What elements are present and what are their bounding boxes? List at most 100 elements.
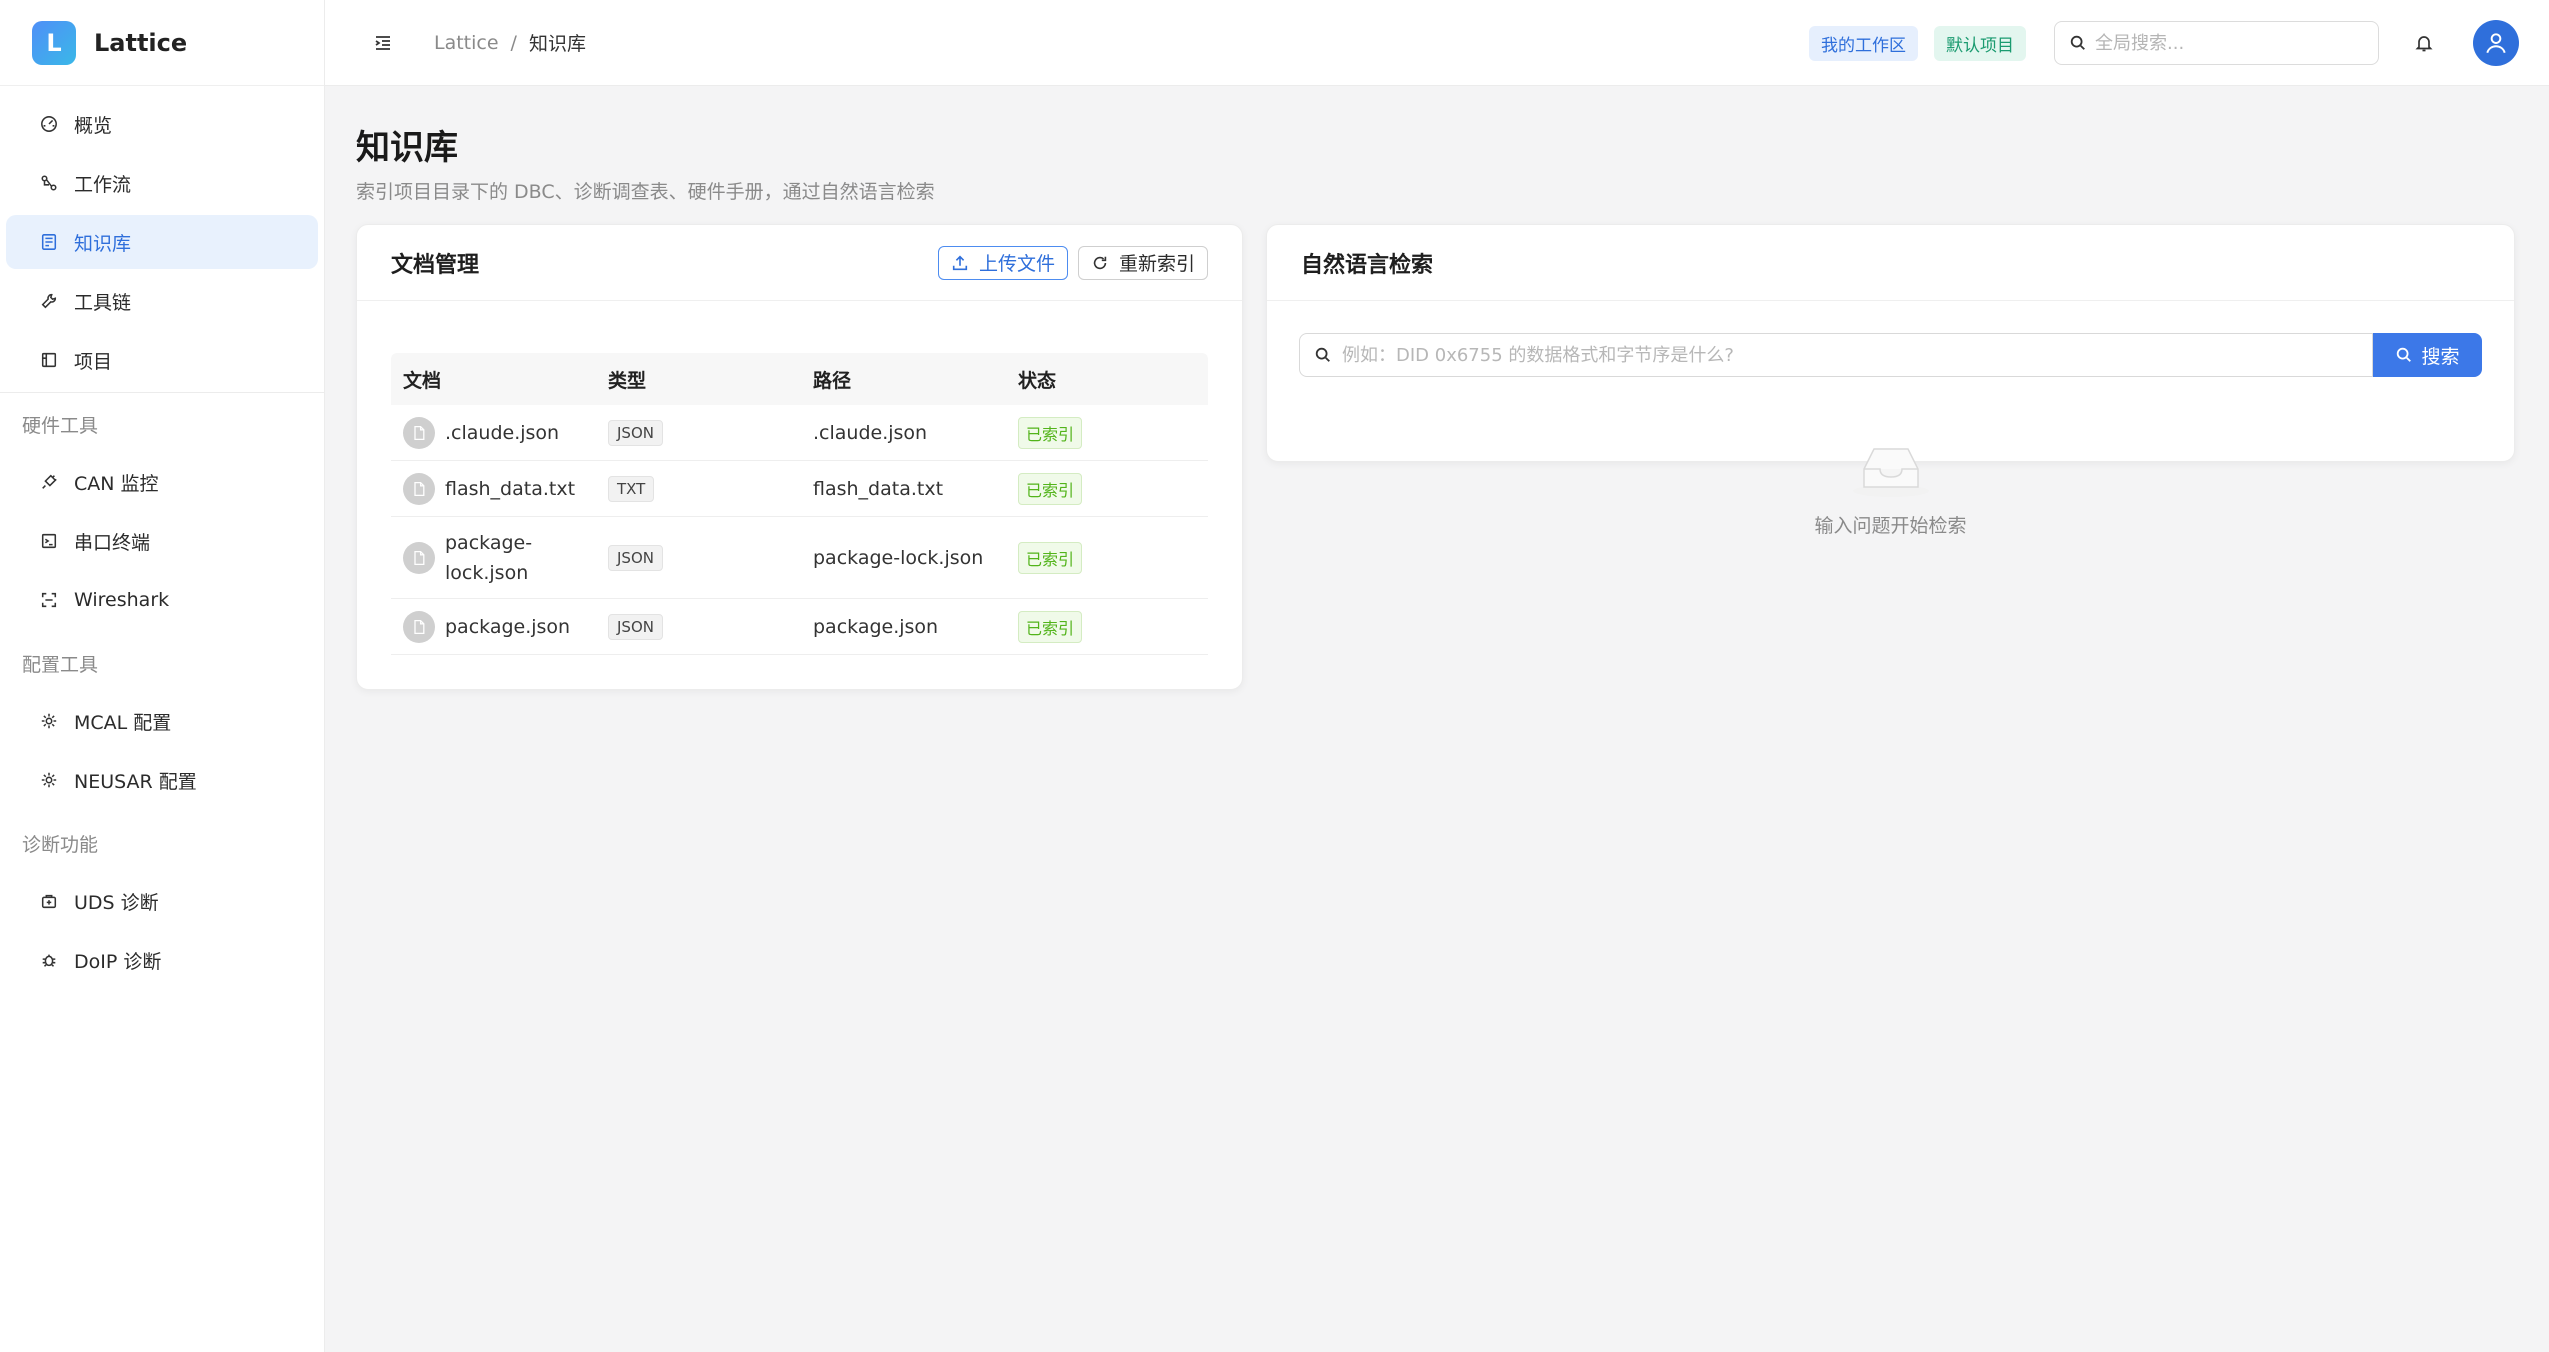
file-icon xyxy=(403,416,435,449)
sidebar-item-label: 串口终端 xyxy=(74,531,151,554)
sidebar-item-project[interactable]: 项目 xyxy=(6,333,318,387)
global-search[interactable] xyxy=(2054,21,2379,65)
status-badge: 已索引 xyxy=(1018,416,1083,449)
brand: L Lattice xyxy=(0,0,324,86)
user-icon xyxy=(2486,33,2506,54)
table-row[interactable]: .claude.json JSON .claude.json 已索引 xyxy=(391,405,1208,461)
doc-cell: flash_data.txt xyxy=(391,472,596,505)
breadcrumb: Lattice / 知识库 xyxy=(434,29,586,56)
table-row[interactable]: flash_data.txt TXT flash_data.txt 已索引 xyxy=(391,461,1208,517)
sidebar-item-serial-terminal[interactable]: 串口终端 xyxy=(6,514,318,568)
table-row[interactable]: package.json JSON package.json 已索引 xyxy=(391,599,1208,655)
card-title: 文档管理 xyxy=(391,252,480,278)
type-cell: JSON xyxy=(596,613,801,640)
wrench-icon xyxy=(38,290,60,312)
dashboard-icon xyxy=(38,113,60,135)
refresh-icon xyxy=(1093,256,1107,269)
sidebar-item-label: 知识库 xyxy=(74,232,132,255)
status-cell: 已索引 xyxy=(1006,472,1201,505)
sidebar-item-label: DoIP 诊断 xyxy=(74,950,162,973)
project-tag[interactable]: 默认项目 xyxy=(1934,25,2026,61)
table-row[interactable]: package-lock.json JSON package-lock.json… xyxy=(391,517,1208,599)
doc-cell: .claude.json xyxy=(391,416,596,449)
sidebar-item-neusar-config[interactable]: NEUSAR 配置 xyxy=(6,753,318,807)
doc-cell: package-lock.json xyxy=(391,528,596,588)
workflow-icon xyxy=(38,172,60,194)
sidebar-item-label: CAN 监控 xyxy=(74,472,159,495)
doc-name: package-lock.json xyxy=(445,531,533,584)
document-management-card: 文档管理 上传文件 重新索引 文档 类型 路径 状态 .claude.json … xyxy=(356,224,1243,690)
status-cell: 已索引 xyxy=(1006,610,1201,643)
breadcrumb-separator: / xyxy=(510,31,517,54)
doc-name: flash_data.txt xyxy=(445,477,576,500)
breadcrumb-root[interactable]: Lattice xyxy=(434,32,499,54)
sidebar-item-label: 概览 xyxy=(74,114,113,137)
empty-state: 输入问题开始检索 xyxy=(1267,439,2514,538)
gear-icon xyxy=(38,710,60,732)
sidebar: L Lattice 概览 工作流 知识库 工具链 项目 硬件工具 CAN 监控 xyxy=(0,0,325,1352)
sidebar-item-mcal-config[interactable]: MCAL 配置 xyxy=(6,694,318,748)
column-header-status: 状态 xyxy=(1018,369,1057,392)
sidebar-item-uds-diag[interactable]: UDS 诊断 xyxy=(6,874,318,928)
section-config-tools: 配置工具 xyxy=(22,654,99,676)
type-cell: TXT xyxy=(596,475,801,502)
sidebar-item-wireshark[interactable]: Wireshark xyxy=(6,573,318,627)
sidebar-item-label: Wireshark xyxy=(74,589,170,611)
sidebar-item-doip-diag[interactable]: DoIP 诊断 xyxy=(6,933,318,987)
search-icon xyxy=(2070,35,2085,50)
nl-search-field[interactable] xyxy=(1299,333,2373,377)
sidebar-item-knowledge[interactable]: 知识库 xyxy=(6,215,318,269)
status-cell: 已索引 xyxy=(1006,416,1201,449)
type-tag: JSON xyxy=(608,544,663,571)
search-icon xyxy=(1315,347,1330,362)
main-content: 知识库 索引项目目录下的 DBC、诊断调查表、硬件手册，通过自然语言检索 文档管… xyxy=(356,86,2515,690)
type-tag: TXT xyxy=(608,475,655,502)
search-button-label: 搜索 xyxy=(2421,345,2460,368)
nl-search-input[interactable] xyxy=(1342,344,2348,366)
sidebar-item-can-monitor[interactable]: CAN 监控 xyxy=(6,455,318,509)
plug-icon xyxy=(38,471,60,493)
upload-icon xyxy=(952,255,968,270)
workspace-tag[interactable]: 我的工作区 xyxy=(1809,25,1918,61)
global-search-input[interactable] xyxy=(2095,32,2355,54)
bell-icon[interactable] xyxy=(2409,28,2439,58)
sidebar-item-overview[interactable]: 概览 xyxy=(6,97,318,151)
sidebar-item-toolchain[interactable]: 工具链 xyxy=(6,274,318,328)
documents-table: 文档 类型 路径 状态 .claude.json JSON .claude.js… xyxy=(391,353,1208,655)
type-cell: JSON xyxy=(596,544,801,571)
nl-search-bar: 搜索 xyxy=(1299,333,2482,377)
type-tag: JSON xyxy=(608,419,663,446)
reindex-button[interactable]: 重新索引 xyxy=(1077,245,1208,280)
empty-state-text: 输入问题开始检索 xyxy=(1814,515,1967,537)
medkit-icon xyxy=(38,890,60,912)
column-header-path: 路径 xyxy=(813,369,852,392)
doc-path: flash_data.txt xyxy=(813,477,944,500)
sidebar-nav: 概览 工作流 知识库 工具链 项目 硬件工具 CAN 监控 串口终端 Wires… xyxy=(0,86,324,987)
topbar: Lattice / 知识库 我的工作区 默认项目 xyxy=(325,0,2549,86)
file-icon xyxy=(403,541,435,574)
file-icon xyxy=(403,472,435,505)
status-badge: 已索引 xyxy=(1018,472,1083,505)
bug-icon xyxy=(38,949,60,971)
menu-collapse-icon[interactable] xyxy=(368,28,398,58)
file-icon xyxy=(403,610,435,643)
topbar-right: 我的工作区 默认项目 xyxy=(1809,0,2519,86)
sidebar-item-label: NEUSAR 配置 xyxy=(74,770,197,793)
page-subtitle: 索引项目目录下的 DBC、诊断调查表、硬件手册，通过自然语言检索 xyxy=(356,181,935,203)
avatar[interactable] xyxy=(2473,20,2519,66)
doc-path: .claude.json xyxy=(813,421,928,444)
status-badge: 已索引 xyxy=(1018,610,1083,643)
app-logo[interactable]: L xyxy=(32,20,76,65)
breadcrumb-current: 知识库 xyxy=(528,33,586,55)
app-name: Lattice xyxy=(94,28,188,57)
column-header-type: 类型 xyxy=(608,369,647,392)
upload-file-button[interactable]: 上传文件 xyxy=(937,245,1068,280)
sidebar-item-label: 工具链 xyxy=(74,291,132,314)
search-button[interactable]: 搜索 xyxy=(2373,333,2482,377)
knowledge-icon xyxy=(38,231,60,253)
status-cell: 已索引 xyxy=(1006,541,1201,574)
terminal-icon xyxy=(38,530,60,552)
project-icon xyxy=(38,349,60,371)
sidebar-item-workflow[interactable]: 工作流 xyxy=(6,156,318,210)
sidebar-item-label: 工作流 xyxy=(74,173,132,196)
